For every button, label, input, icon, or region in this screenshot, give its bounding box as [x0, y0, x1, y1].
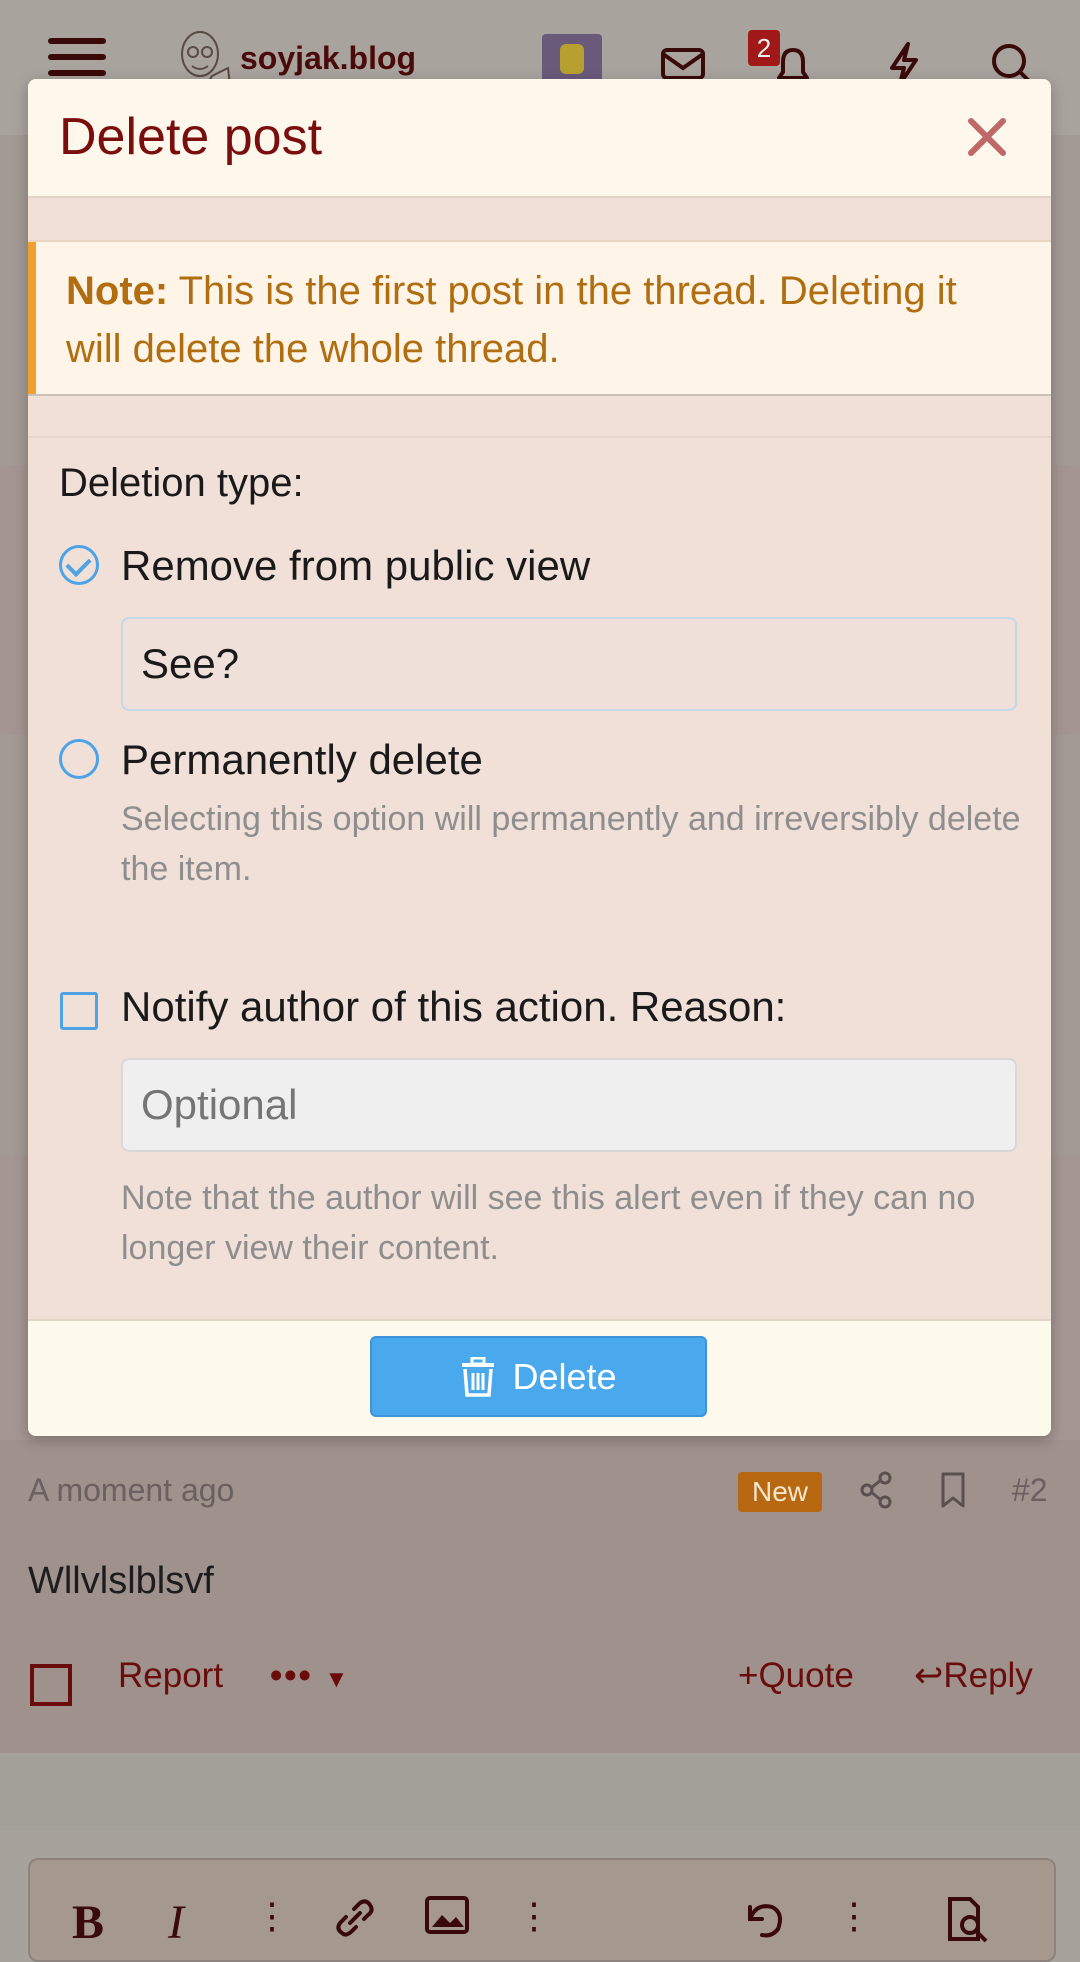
more-options-icon[interactable]: ⋮ — [254, 1895, 290, 1937]
reply-label: Reply — [943, 1656, 1033, 1695]
delete-button-label: Delete — [512, 1355, 617, 1397]
report-link[interactable]: Report — [118, 1656, 223, 1696]
reply-icon: ↩ — [914, 1656, 944, 1695]
radio-permanently-delete[interactable] — [59, 739, 99, 779]
notice-label: Note: — [66, 269, 169, 313]
option-label-permanent[interactable]: Permanently delete — [121, 736, 483, 784]
post-body: Wllvlslblsvf — [28, 1560, 214, 1602]
italic-button[interactable]: I — [168, 1895, 184, 1950]
reply-button[interactable]: ↩Reply — [914, 1656, 1033, 1696]
deletion-type-label: Deletion type: — [59, 461, 304, 505]
notify-author-label[interactable]: Notify author of this action. Reason: — [121, 983, 786, 1031]
link-icon[interactable] — [332, 1895, 378, 1941]
share-icon[interactable] — [857, 1470, 897, 1510]
notify-author-checkbox[interactable] — [60, 992, 98, 1030]
chevron-down-icon: ▼ — [324, 1666, 351, 1693]
post-time[interactable]: A moment ago — [28, 1472, 234, 1509]
delete-button[interactable]: Delete — [370, 1336, 707, 1417]
bookmark-icon[interactable] — [933, 1470, 973, 1510]
dialog-title: Delete post — [59, 108, 323, 166]
first-post-notice: Note: This is the first post in the thre… — [28, 240, 1051, 396]
menu-icon[interactable] — [48, 38, 106, 76]
background-band — [0, 1755, 1080, 1830]
plus-icon: + — [738, 1656, 759, 1695]
more-options-icon[interactable]: ⋮ — [516, 1895, 552, 1937]
close-icon[interactable] — [963, 113, 1011, 161]
post-number[interactable]: #2 — [1012, 1472, 1048, 1509]
more-dots: ••• — [270, 1656, 313, 1695]
notice-text: Note: This is the first post in the thre… — [66, 262, 1016, 378]
permanent-delete-hint: Selecting this option will permanently a… — [121, 800, 1021, 888]
notify-author-hint: Note that the author will see this alert… — [121, 1179, 976, 1267]
dialog-header: Delete post — [28, 79, 1051, 198]
notice-message: This is the first post in the thread. De… — [66, 269, 957, 371]
post-select-checkbox[interactable] — [30, 1664, 72, 1706]
undo-icon[interactable] — [740, 1895, 788, 1943]
image-icon[interactable] — [424, 1895, 470, 1935]
delete-post-dialog: Delete post Note: This is the first post… — [28, 79, 1051, 1436]
dialog-footer: Delete — [28, 1319, 1051, 1436]
notify-reason-input[interactable] — [121, 1058, 1017, 1152]
divider — [28, 436, 1051, 438]
trash-icon — [462, 1356, 495, 1397]
more-menu-button[interactable]: ••• ▼ — [270, 1656, 350, 1696]
option-label-remove[interactable]: Remove from public view — [121, 542, 590, 590]
radio-remove-from-public-view[interactable] — [59, 545, 99, 585]
more-options-icon[interactable]: ⋮ — [836, 1895, 872, 1937]
preview-icon[interactable] — [944, 1895, 994, 1943]
quote-label: Quote — [758, 1656, 854, 1695]
deletion-reason-input[interactable] — [121, 617, 1017, 711]
alerts-badge: 2 — [748, 30, 780, 66]
site-name: soyjak.blog — [240, 39, 417, 76]
bold-button[interactable]: B — [72, 1895, 104, 1950]
new-badge: New — [738, 1472, 822, 1512]
quote-button[interactable]: +Quote — [738, 1656, 854, 1696]
notice-accent-bar — [28, 242, 36, 394]
